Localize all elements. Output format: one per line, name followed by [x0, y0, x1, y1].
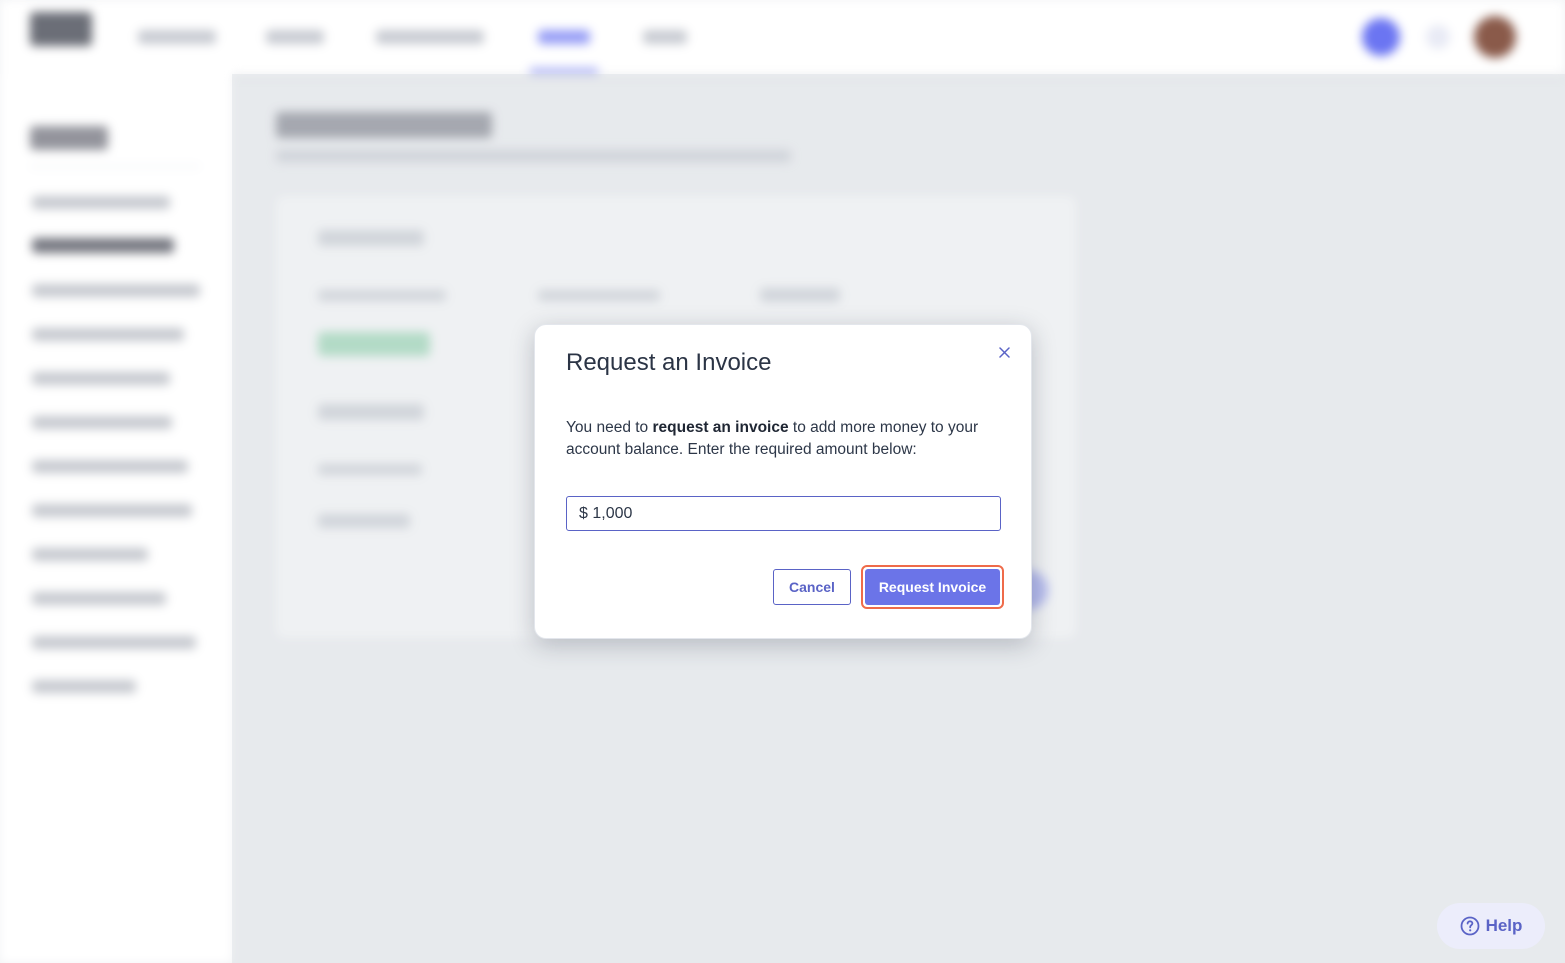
sidebar-item[interactable] — [32, 416, 172, 429]
sidebar — [0, 74, 232, 963]
sidebar-item[interactable] — [32, 284, 200, 297]
cancel-button[interactable]: Cancel — [773, 569, 851, 605]
question-circle-icon — [1460, 916, 1479, 936]
sidebar-item-active[interactable] — [32, 238, 174, 253]
nav-item[interactable] — [266, 30, 324, 44]
help-label: Help — [1485, 916, 1523, 935]
sidebar-item[interactable] — [32, 328, 184, 341]
nav-item[interactable] — [643, 30, 687, 44]
description-emphasis: request an invoice — [652, 419, 789, 436]
sidebar-item[interactable] — [32, 372, 170, 385]
modal-title: Request an Invoice — [566, 349, 772, 376]
app-logo — [30, 12, 92, 46]
action-icon[interactable] — [1362, 18, 1400, 56]
top-navigation-bar — [0, 0, 1565, 74]
sidebar-item[interactable] — [32, 636, 196, 649]
sidebar-divider — [30, 166, 200, 167]
sidebar-item[interactable] — [32, 548, 148, 561]
sidebar-item[interactable] — [32, 196, 170, 209]
modal-description: You need to request an invoice to add mo… — [566, 417, 1006, 461]
close-icon — [998, 346, 1010, 358]
avatar[interactable] — [1474, 16, 1516, 58]
nav-item[interactable] — [376, 30, 484, 44]
notification-icon[interactable] — [1426, 25, 1450, 49]
request-invoice-label: Request Invoice — [865, 569, 1000, 605]
sidebar-item[interactable] — [32, 460, 188, 473]
close-button[interactable] — [995, 343, 1013, 361]
sidebar-item[interactable] — [32, 680, 136, 693]
sidebar-item[interactable] — [32, 504, 192, 517]
nav-item[interactable] — [138, 30, 216, 44]
sidebar-item[interactable] — [32, 592, 166, 605]
request-invoice-modal: Request an Invoice You need to request a… — [534, 324, 1032, 639]
sidebar-title — [30, 126, 108, 150]
amount-input[interactable] — [566, 496, 1001, 531]
nav-item-active[interactable] — [538, 30, 590, 44]
help-button[interactable]: Help — [1437, 903, 1545, 949]
request-invoice-button[interactable]: Request Invoice — [861, 565, 1004, 609]
description-text: You need to — [566, 419, 653, 436]
